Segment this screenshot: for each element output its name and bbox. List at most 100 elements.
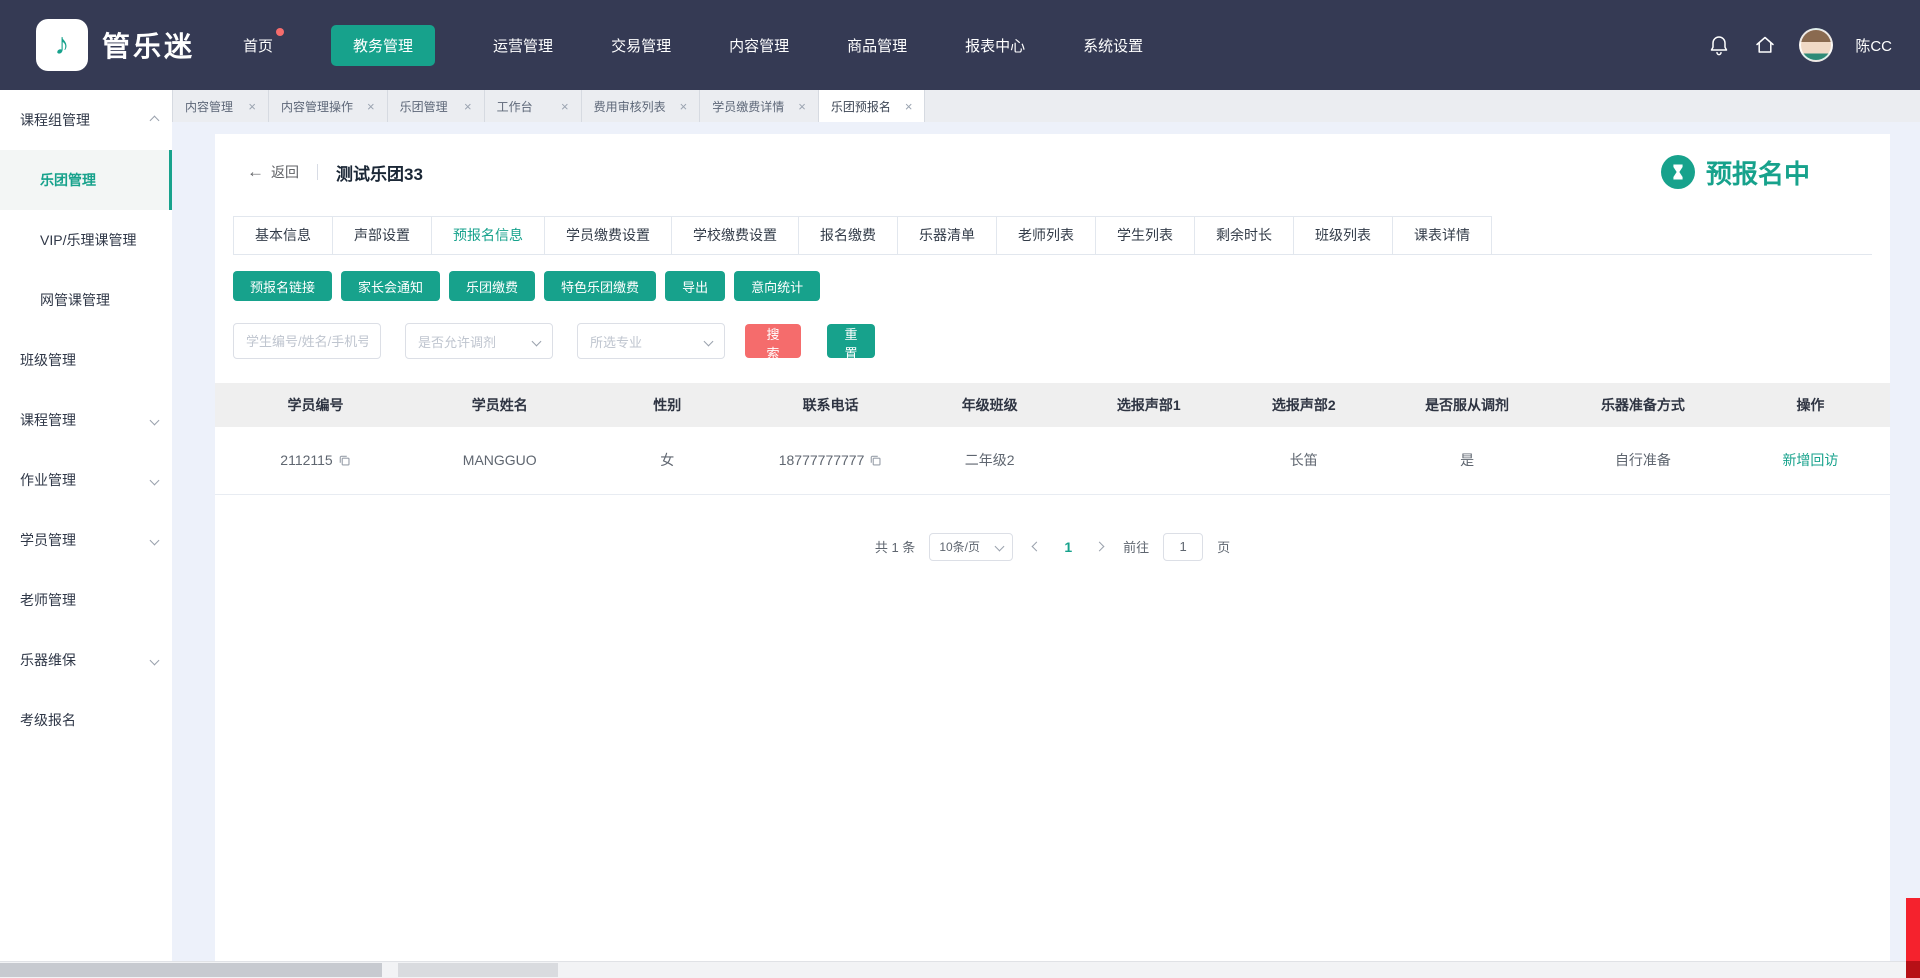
next-page-button[interactable] — [1090, 539, 1109, 554]
parent-notice-button[interactable]: 家长会通知 — [341, 271, 440, 301]
back-label: 返回 — [271, 162, 299, 182]
close-icon[interactable]: × — [905, 99, 913, 114]
close-icon[interactable]: × — [680, 99, 688, 114]
sidebar-item-teacher-mgmt[interactable]: 老师管理 — [0, 570, 172, 630]
tab-teacher-list[interactable]: 老师列表 — [997, 216, 1096, 254]
sidebar-item-label: 乐团管理 — [40, 170, 96, 190]
sidebar-item-class-mgmt[interactable]: 班级管理 — [0, 330, 172, 390]
close-icon[interactable]: × — [464, 99, 472, 114]
tab-remaining-time[interactable]: 剩余时长 — [1195, 216, 1294, 254]
sidebar-item-homework-mgmt[interactable]: 作业管理 — [0, 450, 172, 510]
tab-schedule-detail[interactable]: 课表详情 — [1393, 216, 1492, 254]
cell-student-name: MANGGUO — [416, 427, 584, 494]
goto-label: 前往 — [1123, 537, 1149, 556]
select-placeholder: 是否允许调剂 — [418, 332, 496, 351]
tab-basic-info[interactable]: 基本信息 — [233, 216, 333, 254]
column-header: 是否服从调剂 — [1379, 383, 1555, 427]
column-header: 学员编号 — [215, 383, 416, 427]
copy-icon[interactable] — [869, 454, 882, 467]
vertical-scrollbar-end — [1906, 961, 1920, 978]
avatar[interactable] — [1799, 28, 1833, 62]
open-tab[interactable]: 乐团管理× — [388, 90, 485, 122]
intent-stats-button[interactable]: 意向统计 — [734, 271, 820, 301]
tab-prereg-info[interactable]: 预报名信息 — [432, 216, 545, 254]
close-icon[interactable]: × — [248, 99, 256, 114]
page-title: 测试乐团33 — [336, 160, 423, 185]
page-size-select[interactable]: 10条/页 — [929, 533, 1013, 561]
nav-item-trade-mgmt[interactable]: 交易管理 — [611, 35, 671, 56]
reset-button[interactable]: 重置 — [827, 324, 875, 358]
nav-item-system-settings[interactable]: 系统设置 — [1083, 35, 1143, 56]
special-orchestra-fee-button[interactable]: 特色乐团缴费 — [544, 271, 656, 301]
tab-student-list[interactable]: 学生列表 — [1096, 216, 1195, 254]
cell-student-id: 2112115 — [215, 427, 416, 494]
goto-page-input[interactable] — [1163, 533, 1203, 561]
home-icon[interactable] — [1753, 33, 1777, 57]
keyword-input[interactable] — [233, 323, 381, 359]
sidebar-item-student-mgmt[interactable]: 学员管理 — [0, 510, 172, 570]
vertical-scrollbar-thumb[interactable] — [1906, 898, 1920, 961]
copy-icon[interactable] — [338, 454, 351, 467]
tab-student-fee-settings[interactable]: 学员缴费设置 — [545, 216, 672, 254]
nav-item-home[interactable]: 首页 — [243, 35, 273, 56]
tab-class-list[interactable]: 班级列表 — [1294, 216, 1393, 254]
open-tab[interactable]: 学员缴费详情× — [700, 90, 819, 122]
sidebar-item-label: 考级报名 — [20, 710, 76, 730]
sidebar-item-course-group-mgmt[interactable]: 课程组管理 — [0, 90, 172, 150]
user-name[interactable]: 陈CC — [1855, 35, 1892, 56]
tab-school-fee-settings[interactable]: 学校缴费设置 — [672, 216, 799, 254]
sidebar-item-label: 班级管理 — [20, 350, 76, 370]
chevron-down-icon — [150, 535, 160, 545]
open-tab[interactable]: 工作台× — [485, 90, 582, 122]
tab-bar: 内容管理 × 内容管理操作× 乐团管理× 工作台× 费用审核列表× 学员缴费详情×… — [172, 90, 1920, 122]
export-button[interactable]: 导出 — [665, 271, 725, 301]
chevron-down-icon — [150, 475, 160, 485]
column-header: 操作 — [1731, 383, 1890, 427]
open-tab[interactable]: 费用审核列表× — [582, 90, 701, 122]
search-button[interactable]: 搜索 — [745, 324, 801, 358]
nav-item-label: 内容管理 — [729, 38, 789, 55]
sidebar: 课程组管理 乐团管理 VIP/乐理课管理 网管课管理 班级管理 课程管理 作业管… — [0, 90, 172, 961]
nav-item-report-center[interactable]: 报表中心 — [965, 35, 1025, 56]
prev-page-button[interactable] — [1027, 539, 1046, 554]
close-icon[interactable]: × — [798, 99, 806, 114]
open-tab-label: 内容管理 — [185, 98, 233, 115]
sidebar-item-label: VIP/乐理课管理 — [40, 230, 136, 250]
tab-instrument-list[interactable]: 乐器清单 — [898, 216, 997, 254]
tab-signup-fee[interactable]: 报名缴费 — [799, 216, 898, 254]
close-icon[interactable]: × — [367, 99, 375, 114]
sidebar-item-vip-theory-mgmt[interactable]: VIP/乐理课管理 — [0, 210, 172, 270]
open-tab[interactable]: 内容管理操作× — [269, 90, 388, 122]
adjust-allowed-select[interactable]: 是否允许调剂 — [405, 323, 553, 359]
sidebar-item-course-mgmt[interactable]: 课程管理 — [0, 390, 172, 450]
sidebar-item-label: 学员管理 — [20, 530, 76, 550]
back-arrow-icon: ← — [247, 162, 264, 182]
open-tab[interactable]: 内容管理 × — [172, 90, 269, 122]
scrollbar-thumb[interactable] — [0, 963, 382, 977]
pagination: 共 1 条 10条/页 1 前往 页 — [215, 533, 1890, 561]
nav-item-operation-mgmt[interactable]: 运营管理 — [493, 35, 553, 56]
brand[interactable]: ♪ 管乐迷 — [36, 19, 195, 71]
action-buttons: 预报名链接 家长会通知 乐团缴费 特色乐团缴费 导出 意向统计 — [233, 271, 1872, 301]
sidebar-item-instrument-maintenance[interactable]: 乐器维保 — [0, 630, 172, 690]
back-button[interactable]: ← 返回 — [247, 162, 299, 182]
sidebar-item-exam-signup[interactable]: 考级报名 — [0, 690, 172, 750]
add-followup-link[interactable]: 新增回访 — [1782, 452, 1838, 468]
open-tab-active[interactable]: 乐团预报名× — [819, 90, 926, 122]
prereg-link-button[interactable]: 预报名链接 — [233, 271, 332, 301]
horizontal-scrollbar[interactable] — [0, 961, 1920, 978]
page-number[interactable]: 1 — [1060, 539, 1076, 555]
nav-item-goods-mgmt[interactable]: 商品管理 — [847, 35, 907, 56]
close-icon[interactable]: × — [561, 99, 569, 114]
cell-part1 — [1069, 427, 1228, 494]
nav-item-content-mgmt[interactable]: 内容管理 — [729, 35, 789, 56]
sidebar-item-orchestra-mgmt[interactable]: 乐团管理 — [0, 150, 172, 210]
major-select[interactable]: 所选专业 — [577, 323, 725, 359]
nav-item-edu-mgmt[interactable]: 教务管理 — [331, 25, 435, 66]
sidebar-item-online-course-mgmt[interactable]: 网管课管理 — [0, 270, 172, 330]
scrollbar-thumb[interactable] — [398, 963, 558, 977]
notification-dot — [276, 28, 284, 36]
orchestra-fee-button[interactable]: 乐团缴费 — [449, 271, 535, 301]
bell-icon[interactable] — [1707, 33, 1731, 57]
tab-voice-part-settings[interactable]: 声部设置 — [333, 216, 432, 254]
